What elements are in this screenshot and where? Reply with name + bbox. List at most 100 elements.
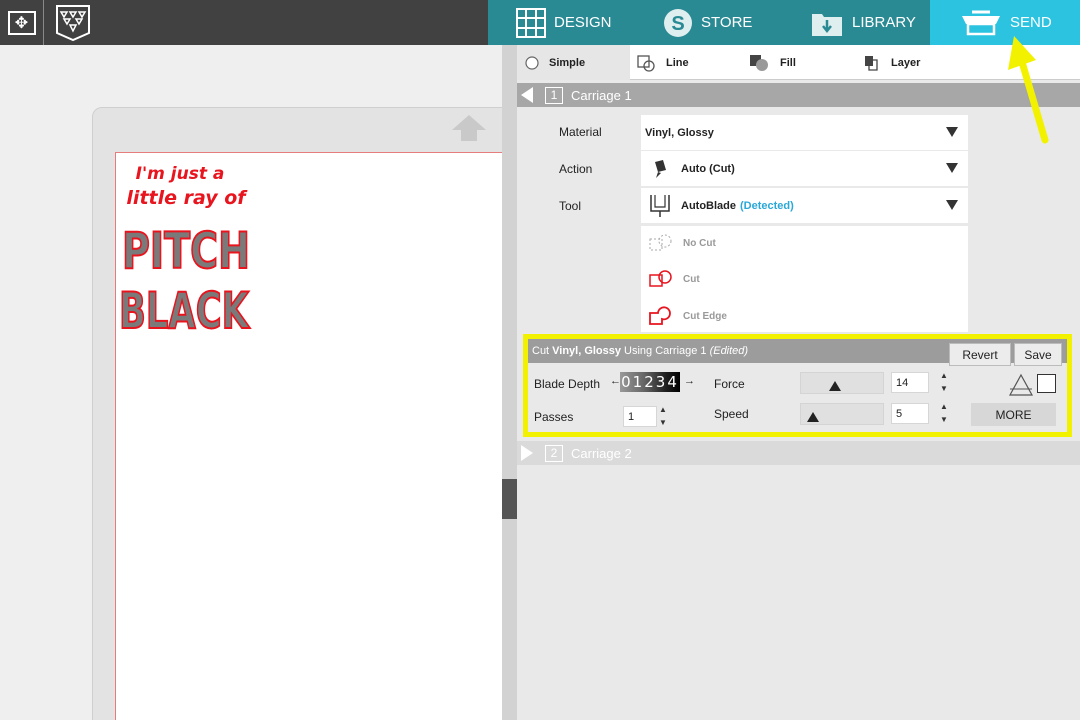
material-value: Vinyl, Glossy — [645, 126, 714, 139]
passes-stepper[interactable]: ▲ ▼ — [659, 405, 667, 427]
blade-depth-label: Blade Depth — [534, 377, 601, 391]
header-state: (Edited) — [709, 345, 749, 357]
more-button[interactable]: MORE — [971, 403, 1056, 426]
header-using: Using Carriage 1 — [624, 345, 707, 357]
carriage-1-label: Carriage 1 — [571, 87, 632, 103]
action-caret-icon — [946, 163, 958, 173]
mode-line-label: Line — [666, 56, 689, 69]
action-label: Action — [559, 162, 593, 176]
mode-line[interactable]: Line — [630, 45, 742, 80]
speed-slider[interactable] — [800, 403, 884, 425]
design-line-3: PITCH — [122, 222, 250, 280]
cut-settings-box: Cut Vinyl, Glossy Using Carriage 1 (Edit… — [523, 334, 1072, 437]
action-value: Auto (Cut) — [681, 162, 735, 175]
feed-direction-arrow-icon — [452, 115, 486, 141]
tool-caret-icon — [946, 200, 958, 210]
radio-icon — [525, 55, 539, 70]
blade-checkbox[interactable] — [1037, 374, 1056, 393]
option-cut-label: Cut — [683, 273, 700, 285]
tab-store[interactable]: S STORE — [635, 0, 782, 45]
force-slider[interactable] — [800, 372, 884, 394]
mode-simple[interactable]: Simple — [517, 45, 630, 80]
tab-design[interactable]: DESIGN — [488, 0, 635, 45]
tab-send-label: SEND — [1010, 14, 1052, 31]
mode-fill-label: Fill — [780, 56, 796, 69]
carriage-2-number: 2 — [545, 444, 563, 462]
tab-store-label: STORE — [701, 14, 753, 31]
send-panel: Simple Line Fill Layer 1 Carriage 1 Mate… — [517, 45, 1080, 720]
action-dropdown[interactable]: Auto (Cut) — [641, 151, 968, 186]
force-label: Force — [714, 377, 745, 391]
top-bar: ✥ DESIGN S STORE LIBRARY SEND — [0, 0, 1080, 45]
cut-icon — [647, 269, 675, 289]
option-cut[interactable]: Cut — [641, 264, 700, 294]
design-artwork[interactable]: I'm just a little ray of PITCH BLACK — [118, 156, 268, 341]
option-cut-edge[interactable]: Cut Edge — [641, 301, 727, 331]
canvas-scrollbar[interactable] — [502, 45, 517, 720]
design-line-1: I'm just a — [136, 164, 225, 184]
mode-fill[interactable]: Fill — [742, 45, 857, 80]
grid-icon — [516, 7, 546, 38]
force-stepper[interactable]: ▲ ▼ — [940, 371, 948, 393]
carriage-1-header[interactable]: 1 Carriage 1 — [517, 83, 1080, 107]
material-dropdown[interactable]: Vinyl, Glossy — [641, 115, 968, 150]
autoblade-icon — [647, 193, 673, 219]
blade-angle-icon — [1008, 373, 1034, 396]
move-arrows-icon: ✥ — [7, 10, 36, 35]
tool-value: AutoBlade — [681, 199, 736, 212]
tool-detected-badge: (Detected) — [740, 199, 794, 212]
pen-cut-icon — [647, 158, 673, 180]
material-caret-icon — [946, 127, 958, 137]
annotation-arrow-icon — [1008, 36, 1049, 144]
tool-dropdown[interactable]: AutoBlade (Detected) — [641, 188, 968, 223]
passes-label: Passes — [534, 410, 574, 424]
carriage-1-number: 1 — [545, 86, 563, 104]
layer-mode-icon — [861, 54, 881, 72]
cutter-icon — [960, 8, 1002, 38]
option-cut-edge-label: Cut Edge — [683, 310, 727, 322]
mode-layer-label: Layer — [891, 56, 921, 69]
expand-triangle-icon — [521, 445, 533, 461]
material-label: Material — [559, 125, 602, 139]
force-slider-knob[interactable] — [829, 381, 841, 391]
carriage-2-label: Carriage 2 — [571, 445, 632, 461]
store-s-icon: S — [663, 8, 693, 38]
svg-text:S: S — [671, 13, 684, 35]
save-button[interactable]: Save — [1014, 343, 1062, 366]
design-line-4: BLACK — [119, 282, 251, 340]
tab-design-label: DESIGN — [554, 14, 612, 31]
passes-input[interactable]: 1 — [623, 406, 657, 427]
cut-edge-icon — [647, 306, 675, 326]
force-input[interactable]: 14 — [891, 372, 929, 393]
scrollbar-thumb[interactable] — [502, 479, 517, 519]
option-no-cut-label: No Cut — [683, 237, 716, 249]
carriage-2-header[interactable]: 2 Carriage 2 — [517, 441, 1080, 465]
header-material: Vinyl, Glossy — [552, 345, 622, 357]
nav-tabs: DESIGN S STORE LIBRARY SEND — [488, 0, 1080, 45]
no-cut-icon — [647, 233, 675, 253]
speed-stepper[interactable]: ▲ ▼ — [940, 402, 948, 424]
option-no-cut[interactable]: No Cut — [641, 228, 716, 258]
download-icon — [810, 8, 844, 38]
cut-option-list: No Cut Cut Cut Edge — [641, 226, 968, 332]
tab-library-label: LIBRARY — [852, 14, 916, 31]
move-tool-button[interactable]: ✥ — [0, 0, 44, 45]
revert-button[interactable]: Revert — [949, 343, 1011, 366]
blade-depth-selector[interactable]: 01234 — [620, 372, 680, 392]
header-prefix: Cut — [532, 345, 550, 357]
app-logo[interactable] — [46, 0, 100, 45]
mode-tabs: Simple Line Fill Layer — [517, 45, 1080, 80]
mode-simple-label: Simple — [549, 56, 586, 69]
speed-label: Speed — [714, 407, 749, 421]
design-canvas[interactable]: I'm just a little ray of PITCH BLACK — [0, 45, 502, 720]
triangle-logo-icon — [56, 4, 90, 41]
line-mode-icon — [636, 54, 656, 72]
tool-label: Tool — [559, 199, 582, 213]
speed-input[interactable]: 5 — [891, 403, 929, 424]
collapse-triangle-icon — [521, 87, 533, 103]
depth-right-arrow-icon[interactable]: → — [684, 375, 695, 387]
tab-library[interactable]: LIBRARY — [782, 0, 930, 45]
fill-mode-icon — [748, 54, 770, 72]
design-line-2: little ray of — [126, 187, 248, 209]
speed-slider-knob[interactable] — [807, 412, 819, 422]
